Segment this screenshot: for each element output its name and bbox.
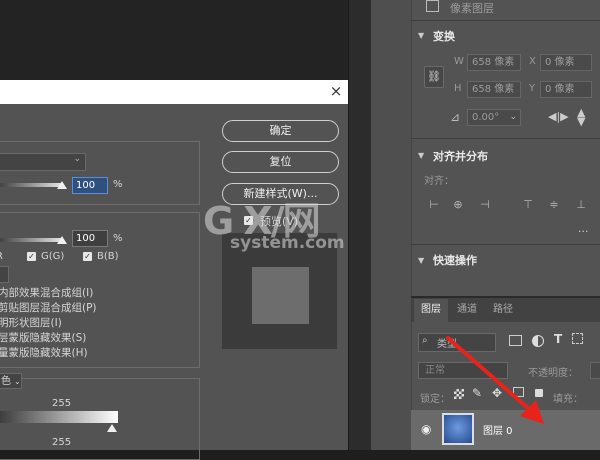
w-label: W	[454, 56, 464, 67]
option-blend-interior[interactable]: 内部效果混合成组(I)	[0, 285, 93, 300]
tab-channels[interactable]: 通道	[452, 299, 482, 321]
width-field[interactable]: 658 像素	[467, 54, 521, 71]
arrow-shaft	[446, 336, 532, 412]
ok-button[interactable]: 确定	[222, 120, 339, 142]
panel-collapse-strip[interactable]	[348, 0, 372, 450]
channel-g-label: G(G)	[41, 251, 65, 262]
collapse-icon[interactable]: ▼	[418, 31, 424, 40]
option-vector-mask-hides[interactable]: 量蒙版隐藏效果(H)	[0, 345, 88, 360]
align-distribute-title: 对齐并分布	[433, 150, 488, 163]
h-label: H	[454, 83, 462, 94]
collapse-icon[interactable]: ▼	[418, 256, 424, 265]
blend-options-group	[0, 141, 200, 205]
angle-icon: ⊿	[450, 110, 461, 124]
reset-button[interactable]: 复位	[222, 151, 339, 173]
close-icon[interactable]: ×	[328, 82, 344, 100]
channel-b-label: B(B)	[97, 251, 119, 262]
shape-filter-icon[interactable]	[572, 333, 583, 344]
option-layer-mask-hides[interactable]: 层蒙版隐藏效果(S)	[0, 330, 86, 345]
dialog-title-bar	[0, 80, 348, 104]
collapse-icon[interactable]: ▼	[418, 151, 424, 160]
percent-label: %	[113, 233, 123, 244]
tab-paths[interactable]: 路径	[487, 299, 519, 321]
blend-if-dropdown[interactable]: 色 ⌄	[0, 373, 22, 389]
option-blend-clipped[interactable]: 剪贴图层混合成组(P)	[0, 300, 97, 315]
search-icon: ⌕	[422, 335, 428, 346]
eye-icon[interactable]: ◉	[421, 422, 431, 436]
fill-slider-track[interactable]	[0, 238, 62, 242]
fill-input[interactable]: 100	[72, 230, 108, 247]
channel-g-checkbox[interactable]: ✓	[27, 252, 36, 261]
flip-vertical-icon[interactable]: ▲ ▼	[577, 107, 585, 127]
panel-dock-column	[371, 0, 412, 450]
underlying-layer-value: 255	[52, 437, 72, 448]
watermark-site: system.com	[230, 233, 345, 253]
opacity-slider-thumb[interactable]	[57, 181, 67, 189]
align-top-icon[interactable]: ⊤	[522, 199, 534, 211]
channel-r-label: R	[0, 251, 3, 262]
image-icon	[426, 0, 439, 12]
opacity-slider-track[interactable]	[0, 183, 62, 187]
blend-mode-dropdown[interactable]: ⌄	[0, 153, 86, 171]
align-left-icon[interactable]: ⊢	[428, 199, 440, 211]
x-field[interactable]: 0 像素	[540, 54, 592, 71]
align-bottom-icon[interactable]: ⊥	[575, 199, 587, 211]
align-right-icon[interactable]: ⊣	[479, 199, 491, 211]
height-field[interactable]: 658 像素	[467, 81, 521, 98]
this-layer-slider-thumb[interactable]	[107, 424, 117, 432]
tab-layers[interactable]: 图层	[414, 299, 448, 322]
pixel-layer-label: 像素图层	[450, 2, 494, 15]
chevron-down-icon: ⌄	[509, 112, 517, 122]
option-transparency-shapes[interactable]: 明形状图层(I)	[0, 315, 62, 330]
chevron-down-icon: ⌄	[73, 154, 81, 164]
chevron-down-icon: ⌄	[14, 377, 21, 386]
divider	[411, 20, 600, 21]
angle-value: 0.00°	[472, 112, 500, 123]
this-layer-gradient	[0, 411, 118, 423]
x-label: X	[529, 56, 536, 67]
y-field[interactable]: 0 像素	[540, 81, 592, 98]
blend-if-label: 色	[1, 376, 11, 387]
y-label: Y	[529, 83, 536, 94]
transform-title: 变换	[433, 30, 455, 43]
channel-b-checkbox[interactable]: ✓	[83, 252, 92, 261]
flip-horizontal-icon[interactable]: ◀|▶	[548, 110, 569, 123]
opacity-input[interactable]: 100	[72, 177, 108, 194]
more-options-icon[interactable]: ...	[578, 222, 589, 235]
divider	[411, 244, 600, 245]
preview-swatch	[252, 267, 309, 324]
link-icon[interactable]: ⛓	[424, 66, 444, 88]
knockout-dropdown[interactable]	[0, 266, 9, 283]
align-center-h-icon[interactable]: ⊕	[452, 199, 464, 211]
angle-field[interactable]: 0.00° ⌄	[467, 109, 521, 126]
quick-actions-title: 快速操作	[433, 254, 477, 267]
align-label: 对齐：	[424, 176, 454, 187]
align-middle-v-icon[interactable]: ≑	[548, 199, 560, 211]
annotation-arrow	[446, 336, 544, 424]
fill-slider-thumb[interactable]	[57, 236, 67, 244]
divider	[411, 138, 600, 139]
layer-opacity-field[interactable]	[590, 362, 600, 379]
this-layer-value: 255	[52, 398, 72, 409]
percent-label: %	[113, 179, 123, 190]
